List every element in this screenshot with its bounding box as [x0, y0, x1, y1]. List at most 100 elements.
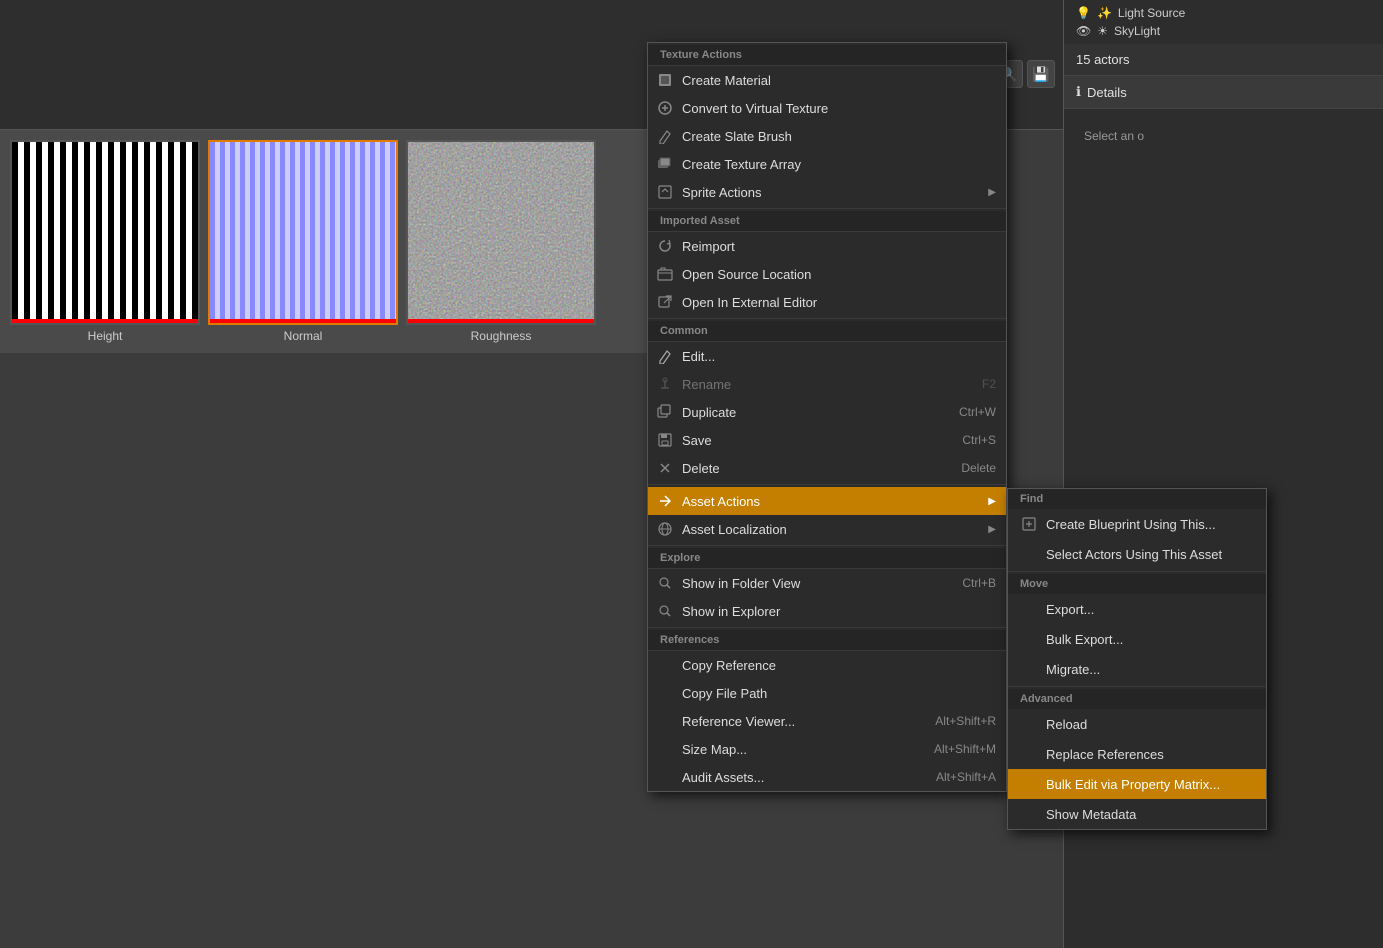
save-shortcut: Ctrl+S: [962, 433, 996, 447]
menu-item-asset-actions[interactable]: Asset Actions ▶: [648, 487, 1006, 515]
reference-viewer-shortcut: Alt+Shift+R: [935, 714, 996, 728]
open-external-editor-label: Open In External Editor: [682, 295, 996, 310]
texture-item-normal[interactable]: Normal: [208, 140, 398, 343]
menu-item-open-source-location[interactable]: Open Source Location: [648, 260, 1006, 288]
asset-actions-arrow: ▶: [988, 496, 996, 507]
save-button[interactable]: 💾: [1027, 60, 1055, 88]
texture-area: Height Normal Roughness: [0, 130, 650, 353]
create-texture-array-icon: [656, 155, 674, 173]
context-menu: Texture Actions Create Material Convert …: [647, 42, 1007, 792]
delete-icon: [656, 459, 674, 477]
replace-references-icon: [1020, 745, 1038, 763]
texture-item-roughness[interactable]: Roughness: [406, 140, 596, 343]
migrate-label: Migrate...: [1046, 662, 1100, 677]
asset-actions-icon: [656, 492, 674, 510]
info-icon: ℹ: [1076, 84, 1081, 100]
submenu-item-replace-references[interactable]: Replace References: [1008, 739, 1266, 769]
texture-gray-pattern: [408, 142, 594, 323]
divider-3: [648, 484, 1006, 485]
asset-localization-icon: [656, 520, 674, 538]
stripes-bw-pattern: [12, 142, 198, 323]
show-folder-view-label: Show in Folder View: [682, 576, 954, 591]
delete-label: Delete: [682, 461, 953, 476]
menu-item-create-material[interactable]: Create Material: [648, 66, 1006, 94]
details-content: Select an o: [1064, 109, 1383, 163]
menu-item-rename: Rename F2: [648, 370, 1006, 398]
section-header-common: Common: [648, 321, 1006, 342]
section-header-imported-asset: Imported Asset: [648, 211, 1006, 232]
submenu-item-reload[interactable]: Reload: [1008, 709, 1266, 739]
menu-item-copy-file-path[interactable]: Copy File Path: [648, 679, 1006, 707]
menu-item-asset-localization[interactable]: Asset Localization ▶: [648, 515, 1006, 543]
menu-item-sprite-actions[interactable]: Sprite Actions ▶: [648, 178, 1006, 206]
duplicate-icon: [656, 403, 674, 421]
light-source-icon2: ✨: [1097, 6, 1112, 20]
submenu-divider-2: [1008, 686, 1266, 687]
texture-label-height: Height: [88, 329, 123, 343]
menu-item-show-explorer[interactable]: Show in Explorer: [648, 597, 1006, 625]
migrate-icon: [1020, 660, 1038, 678]
submenu-item-migrate[interactable]: Migrate...: [1008, 654, 1266, 684]
texture-thumb-roughness[interactable]: [406, 140, 596, 325]
save-icon: [656, 431, 674, 449]
rename-label: Rename: [682, 377, 974, 392]
submenu-item-select-actors[interactable]: Select Actors Using This Asset: [1008, 539, 1266, 569]
section-header-texture-actions: Texture Actions: [648, 45, 1006, 66]
show-metadata-icon: [1020, 805, 1038, 823]
menu-item-convert-virtual-texture[interactable]: Convert to Virtual Texture: [648, 94, 1006, 122]
divider-4: [648, 545, 1006, 546]
reimport-label: Reimport: [682, 239, 996, 254]
menu-item-copy-reference[interactable]: Copy Reference: [648, 651, 1006, 679]
submenu-item-export[interactable]: Export...: [1008, 594, 1266, 624]
submenu-item-show-metadata[interactable]: Show Metadata: [1008, 799, 1266, 829]
menu-item-reimport[interactable]: Reimport: [648, 232, 1006, 260]
details-tab[interactable]: ℹ Details: [1064, 76, 1383, 109]
sprite-actions-icon: [656, 183, 674, 201]
size-map-shortcut: Alt+Shift+M: [934, 742, 996, 756]
create-slate-brush-label: Create Slate Brush: [682, 129, 996, 144]
texture-thumb-height[interactable]: [10, 140, 200, 325]
submenu-move-header: Move: [1008, 574, 1266, 594]
details-placeholder: Select an o: [1084, 129, 1144, 143]
menu-item-save[interactable]: Save Ctrl+S: [648, 426, 1006, 454]
submenu-item-create-blueprint[interactable]: Create Blueprint Using This...: [1008, 509, 1266, 539]
bulk-export-icon: [1020, 630, 1038, 648]
light-source-item[interactable]: 💡 ✨ Light Source: [1072, 4, 1375, 22]
sprite-actions-label: Sprite Actions: [682, 185, 976, 200]
copy-reference-icon: [656, 656, 674, 674]
section-header-references: References: [648, 630, 1006, 651]
menu-item-create-texture-array[interactable]: Create Texture Array: [648, 150, 1006, 178]
light-items: 💡 ✨ Light Source 👁 ☀ SkyLight: [1064, 0, 1383, 44]
menu-item-audit-assets[interactable]: Audit Assets... Alt+Shift+A: [648, 763, 1006, 791]
menu-item-open-external-editor[interactable]: Open In External Editor: [648, 288, 1006, 316]
texture-thumb-normal[interactable]: [208, 140, 398, 325]
submenu-item-bulk-edit[interactable]: Bulk Edit via Property Matrix...: [1008, 769, 1266, 799]
menu-item-duplicate[interactable]: Duplicate Ctrl+W: [648, 398, 1006, 426]
skylight-label: SkyLight: [1114, 24, 1160, 38]
skylight-item[interactable]: 👁 ☀ SkyLight: [1072, 22, 1375, 40]
menu-item-create-slate-brush[interactable]: Create Slate Brush: [648, 122, 1006, 150]
menu-item-edit[interactable]: Edit...: [648, 342, 1006, 370]
menu-item-delete[interactable]: Delete Delete: [648, 454, 1006, 482]
reference-viewer-icon: [656, 712, 674, 730]
texture-label-roughness: Roughness: [471, 329, 532, 343]
menu-item-show-folder-view[interactable]: Show in Folder View Ctrl+B: [648, 569, 1006, 597]
export-icon: [1020, 600, 1038, 618]
asset-localization-label: Asset Localization: [682, 522, 976, 537]
reload-icon: [1020, 715, 1038, 733]
create-material-label: Create Material: [682, 73, 996, 88]
create-slate-brush-icon: [656, 127, 674, 145]
duplicate-shortcut: Ctrl+W: [959, 405, 996, 419]
submenu-item-bulk-export[interactable]: Bulk Export...: [1008, 624, 1266, 654]
copy-file-path-icon: [656, 684, 674, 702]
light-source-icon: 💡: [1076, 6, 1091, 20]
rename-shortcut: F2: [982, 377, 996, 391]
select-actors-label: Select Actors Using This Asset: [1046, 547, 1222, 562]
audit-assets-shortcut: Alt+Shift+A: [936, 770, 996, 784]
submenu-divider-1: [1008, 571, 1266, 572]
menu-item-reference-viewer[interactable]: Reference Viewer... Alt+Shift+R: [648, 707, 1006, 735]
menu-item-size-map[interactable]: Size Map... Alt+Shift+M: [648, 735, 1006, 763]
texture-item-height[interactable]: Height: [10, 140, 200, 343]
sprite-actions-arrow: ▶: [988, 187, 996, 198]
show-explorer-icon: [656, 602, 674, 620]
